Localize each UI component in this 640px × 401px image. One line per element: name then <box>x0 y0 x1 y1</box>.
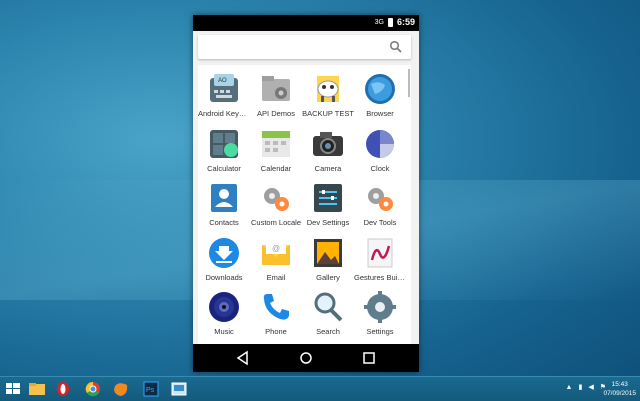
app-label: Clock <box>370 163 390 173</box>
camera-icon[interactable] <box>311 127 345 161</box>
firefox-icon[interactable] <box>110 380 132 398</box>
app-label: API Demos <box>257 109 295 118</box>
svg-text:@: @ <box>272 244 280 253</box>
app-launcher-item[interactable]: Gestures Build... <box>354 233 406 288</box>
search-app-icon[interactable] <box>311 290 345 324</box>
windows-taskbar: Ps ▲ ▮ ◀ ⚑ 15:43 07/09/2015 <box>0 376 640 401</box>
status-bar: 3G 6:59 <box>193 15 419 31</box>
music-icon[interactable] <box>207 290 241 324</box>
chevron-up-icon[interactable]: ▲ <box>566 384 573 391</box>
app-label: Camera <box>314 163 342 173</box>
app-label: Downloads <box>205 272 243 282</box>
recents-button-icon[interactable] <box>361 350 377 366</box>
taskbar-date: 07/09/2015 <box>603 390 636 397</box>
app-launcher-item[interactable]: Browser <box>354 69 406 124</box>
backup-test-icon[interactable] <box>311 72 345 106</box>
app-drawer: AO Android Keybo... API Demos BACKUP TEST Br… <box>193 31 419 344</box>
clock-icon[interactable] <box>363 127 397 161</box>
app-launcher-item[interactable]: Dev Tools <box>354 178 406 233</box>
taskbar-clock[interactable]: 15:43 07/09/2015 <box>603 380 636 398</box>
app-label: Calendar <box>260 163 292 173</box>
app-launcher-item[interactable]: Calculator <box>198 124 250 179</box>
start-icon[interactable] <box>2 380 24 398</box>
custom-locale-icon[interactable] <box>259 181 293 215</box>
app-label: Contacts <box>209 218 239 227</box>
svg-text:Ps: Ps <box>146 387 155 394</box>
settings-icon[interactable] <box>363 290 397 324</box>
dev-tools-icon[interactable] <box>363 181 397 215</box>
app-label: BACKUP TEST <box>302 109 354 118</box>
system-tray: ▲ ▮ ◀ ⚑ <box>566 383 606 392</box>
gallery-icon[interactable] <box>311 236 345 270</box>
app-launcher-item[interactable]: Dev Settings <box>302 178 354 233</box>
app-launcher-item[interactable]: Clock <box>354 124 406 179</box>
scrollbar[interactable] <box>408 69 410 97</box>
opera-icon[interactable] <box>52 380 74 398</box>
status-time: 6:59 <box>396 17 415 27</box>
chrome-icon[interactable] <box>82 380 104 398</box>
apps-panel: AO Android Keybo... API Demos BACKUP TEST Br… <box>198 65 411 344</box>
volume-icon[interactable]: ◀ <box>588 383 593 391</box>
app-launcher-item[interactable]: Music <box>198 287 250 342</box>
photoshop-icon[interactable]: Ps <box>140 380 162 398</box>
emulator-window-icon[interactable] <box>168 380 190 398</box>
app-grid: AO Android Keybo... API Demos BACKUP TEST Br… <box>198 65 408 342</box>
phone-icon[interactable] <box>259 290 293 324</box>
app-label: Dev Settings <box>306 218 350 227</box>
app-launcher-item[interactable]: BACKUP TEST <box>302 69 354 124</box>
navigation-bar <box>193 344 419 372</box>
app-launcher-item[interactable]: Downloads <box>198 233 250 288</box>
app-launcher-item[interactable]: Phone <box>250 287 302 342</box>
contacts-icon[interactable] <box>207 181 241 215</box>
taskbar-time: 15:43 <box>611 381 628 388</box>
app-label: Calculator <box>207 163 241 173</box>
app-label: Settings <box>366 327 394 336</box>
signal-indicator: 3G <box>374 18 384 26</box>
app-launcher-item[interactable]: Calendar <box>250 124 302 179</box>
gestures-builder-icon[interactable] <box>363 236 397 270</box>
app-label: Browser <box>366 109 394 118</box>
android-keyboard-icon[interactable]: AO <box>207 72 241 106</box>
app-label: Gallery <box>316 272 340 282</box>
back-button-icon[interactable] <box>235 350 251 366</box>
app-label: Music <box>214 327 234 336</box>
app-label: Email <box>266 272 286 282</box>
calculator-icon[interactable] <box>207 127 241 161</box>
app-search-bar[interactable] <box>198 35 411 59</box>
calendar-icon[interactable] <box>259 127 293 161</box>
api-demos-icon[interactable] <box>259 72 293 106</box>
browser-icon[interactable] <box>363 72 397 106</box>
battery-icon <box>387 17 393 27</box>
dev-settings-icon[interactable] <box>311 181 345 215</box>
app-label: Search <box>316 327 340 336</box>
svg-text:AO: AO <box>218 78 227 84</box>
app-label: Dev Tools <box>363 218 397 227</box>
app-label: Gestures Build... <box>354 272 406 282</box>
app-launcher-item[interactable]: Search <box>302 287 354 342</box>
home-button-icon[interactable] <box>298 350 314 366</box>
app-launcher-item[interactable]: Settings <box>354 287 406 342</box>
app-launcher-item[interactable]: Contacts <box>198 178 250 233</box>
email-icon[interactable]: @ <box>259 236 293 270</box>
app-launcher-item[interactable]: Custom Locale <box>250 178 302 233</box>
search-icon[interactable] <box>389 40 403 54</box>
app-launcher-item[interactable]: API Demos <box>250 69 302 124</box>
app-label: Custom Locale <box>250 218 302 227</box>
downloads-icon[interactable] <box>207 236 241 270</box>
file-explorer-icon[interactable] <box>26 380 48 398</box>
app-label: Android Keybo... <box>198 109 250 118</box>
app-label: Phone <box>265 327 287 336</box>
app-launcher-item[interactable]: Camera <box>302 124 354 179</box>
network-icon[interactable]: ▮ <box>578 383 582 391</box>
app-launcher-item[interactable]: @ Email <box>250 233 302 288</box>
app-launcher-item[interactable]: Gallery <box>302 233 354 288</box>
app-launcher-item[interactable]: AO Android Keybo... <box>198 69 250 124</box>
emulator-window[interactable]: 3G 6:59 AO Android Keybo... API Demos BACKU… <box>193 15 419 372</box>
